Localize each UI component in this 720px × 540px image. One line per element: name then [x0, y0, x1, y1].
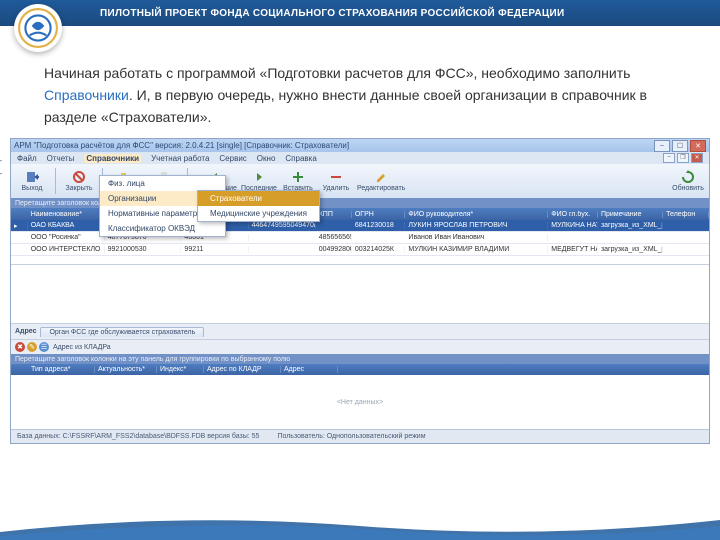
menu-reports[interactable]: Отчеты: [47, 154, 75, 163]
col-fio[interactable]: ФИО руководителя*: [405, 211, 548, 218]
addr-label: Адрес: [15, 328, 36, 335]
edit-addr-icon[interactable]: ✎: [27, 342, 37, 352]
plus-icon: [291, 170, 305, 184]
menu-spravochniki[interactable]: Справочники: [84, 154, 141, 163]
menu-window[interactable]: Окно: [257, 154, 276, 163]
address-toolbar: ✖ ✎ ☰ Адрес из КЛАДРа: [11, 339, 709, 354]
subgrid-header: Тип адреса* Актуальность* Индекс* Адрес …: [11, 364, 709, 375]
del-addr-icon[interactable]: ✖: [15, 342, 25, 352]
row-nav-controls: + –: [0, 156, 2, 178]
exit-button[interactable]: Выход: [15, 166, 49, 196]
menu-uchet[interactable]: Учетная работа: [151, 154, 209, 163]
mdi-restore-button[interactable]: ❐: [677, 153, 689, 163]
edit-button[interactable]: Редактировать: [357, 166, 405, 196]
dd-okved[interactable]: Классификатор ОКВЭД: [100, 221, 225, 236]
row-add-icon[interactable]: +: [0, 156, 2, 166]
next-icon: [252, 170, 266, 184]
menu-file[interactable]: Файл: [17, 154, 37, 163]
scol-addr[interactable]: Адрес: [281, 366, 338, 373]
close-button[interactable]: Закрыть: [62, 166, 96, 196]
fss-logo: [14, 4, 62, 52]
col-ogrn[interactable]: ОГРН: [352, 211, 406, 218]
refresh-icon: [681, 170, 695, 184]
edit-icon: [374, 170, 388, 184]
window-title: АРМ "Подготовка расчётов для ФСС" версия…: [14, 141, 349, 150]
link-spravochniki: Справочники: [44, 87, 129, 103]
col-kpp[interactable]: КПП: [316, 211, 352, 218]
table-row[interactable]: ООО ИНТЕРСТЕКЛО 9921000530 99211 0049928…: [11, 244, 709, 256]
dd-fiz-lica[interactable]: Физ. лица: [100, 176, 225, 191]
window-close-button[interactable]: ✕: [690, 140, 706, 152]
delete-button[interactable]: Удалить: [319, 166, 353, 196]
col-note[interactable]: Примечание: [598, 211, 663, 218]
scol-act[interactable]: Актуальность*: [95, 366, 157, 373]
sm-med[interactable]: Медицинские учреждения: [198, 206, 319, 221]
statusbar: База данных: C:\FSSRF\ARM_FSS2\database\…: [11, 429, 709, 443]
empty-pane: + –: [11, 264, 709, 323]
row-remove-icon[interactable]: –: [0, 168, 2, 178]
toolbar: Выход Закрыть Загрузить Печать Предыдущи…: [11, 164, 709, 198]
mdi-close-button[interactable]: ✕: [691, 153, 703, 163]
decorative-curve: [0, 512, 720, 540]
slide-text-part2: . И, в первую очередь, нужно внести данн…: [44, 87, 647, 125]
subgrid-groupby-hint: Перетащите заголовок колонки на эту пане…: [11, 354, 709, 364]
no-data-label: <Нет данных>: [337, 399, 383, 406]
col-tel[interactable]: Телефон: [663, 211, 709, 218]
view-addr-icon[interactable]: ☰: [39, 342, 49, 352]
organizacii-submenu: Страхователи Медицинские учреждения: [197, 190, 320, 222]
menu-service[interactable]: Сервис: [219, 154, 246, 163]
presentation-header: ПИЛОТНЫЙ ПРОЕКТ ФОНДА СОЦИАЛЬНОГО СТРАХО…: [0, 0, 720, 26]
mdi-minimize-button[interactable]: –: [663, 153, 675, 163]
status-db: База данных: C:\FSSRF\ARM_FSS2\database\…: [17, 433, 259, 440]
window-titlebar: АРМ "Подготовка расчётов для ФСС" версия…: [11, 139, 709, 152]
subgrid-body[interactable]: <Нет данных>: [11, 375, 709, 429]
col-name[interactable]: Наименование*: [28, 211, 105, 218]
kladr-label: Адрес из КЛАДРа: [53, 344, 111, 351]
minus-icon: [329, 170, 343, 184]
sm-strahovateli[interactable]: Страхователи: [198, 191, 319, 206]
exit-icon: [25, 170, 39, 184]
col-fiogb[interactable]: ФИО гл.бух.: [548, 211, 598, 218]
refresh-button[interactable]: Обновить: [671, 166, 705, 196]
menu-help[interactable]: Справка: [285, 154, 316, 163]
tab-fss-organ[interactable]: Орган ФСС где обслуживается страхователь: [40, 327, 204, 337]
status-user: Пользователь: Однопользовательский режим: [277, 433, 425, 440]
close-icon: [72, 170, 86, 184]
window-minimize-button[interactable]: –: [654, 140, 670, 152]
slide-text: Начиная работать с программой «Подготовк…: [44, 62, 676, 128]
window-maximize-button[interactable]: ☐: [672, 140, 688, 152]
slide-text-part1: Начиная работать с программой «Подготовк…: [44, 65, 630, 81]
app-window: АРМ "Подготовка расчётов для ФСС" версия…: [10, 138, 710, 444]
scol-type[interactable]: Тип адреса*: [28, 366, 95, 373]
scol-index[interactable]: Индекс*: [157, 366, 204, 373]
scol-kladr[interactable]: Адрес по КЛАДР: [204, 366, 281, 373]
address-tabstrip: Адрес Орган ФСС где обслуживается страхо…: [11, 323, 709, 339]
header-title: ПИЛОТНЫЙ ПРОЕКТ ФОНДА СОЦИАЛЬНОГО СТРАХО…: [100, 8, 565, 19]
menubar: Файл Отчеты Справочники Учетная работа С…: [11, 152, 709, 164]
